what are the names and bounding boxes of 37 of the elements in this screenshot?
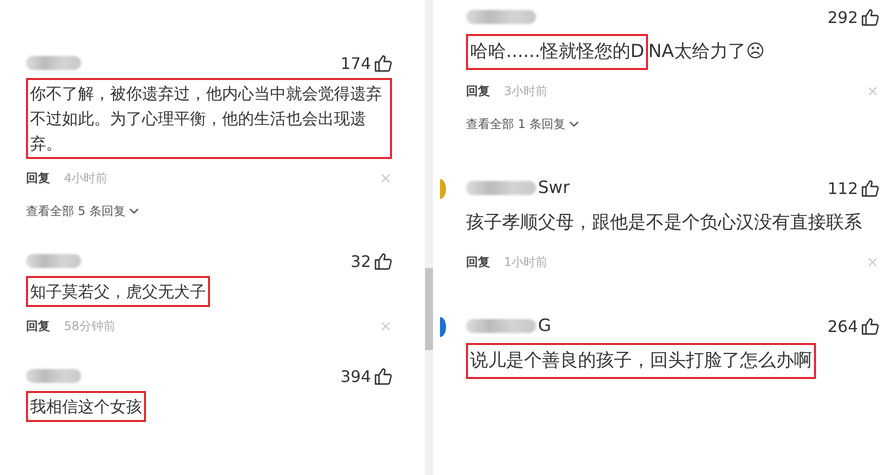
- thumbs-up-icon[interactable]: [861, 318, 879, 334]
- timestamp: 3小时前: [504, 82, 548, 100]
- thumbs-up-icon[interactable]: [861, 8, 879, 26]
- chevron-down-icon[interactable]: [129, 208, 140, 215]
- timestamp: 4小时前: [64, 170, 108, 186]
- reply-link[interactable]: 回复: [466, 254, 490, 270]
- comment-text: 孩子孝顺父母，跟他是不是个负心汉没有直接联系: [466, 211, 863, 235]
- blurred-username: [26, 254, 81, 268]
- chevron-down-icon[interactable]: [569, 121, 580, 128]
- thumbs-up-icon[interactable]: [374, 368, 392, 384]
- blurred-username: [466, 10, 536, 24]
- blurred-username: [466, 181, 536, 195]
- reply-link[interactable]: 回复: [466, 82, 490, 100]
- scrollbar-thumb[interactable]: [425, 268, 433, 350]
- like-count: 264: [827, 316, 858, 336]
- thumbs-up-icon[interactable]: [374, 54, 392, 72]
- like-count: 174: [340, 54, 371, 72]
- like-count: 394: [340, 366, 371, 386]
- comment-text: 我相信这个女孩: [26, 391, 392, 422]
- view-replies-link[interactable]: 查看全部 1 条回复: [466, 116, 879, 133]
- like-count: 292: [827, 8, 858, 26]
- like-count: 112: [827, 178, 858, 198]
- username: Swr: [538, 178, 570, 198]
- reply-link[interactable]: 回复: [26, 318, 50, 334]
- reply-link[interactable]: 回复: [26, 170, 50, 186]
- thumbs-up-icon[interactable]: [374, 252, 392, 270]
- timestamp: 1小时前: [504, 254, 548, 270]
- comment-text: 哈哈......怪就怪您的D NA太给力了☹: [466, 34, 879, 70]
- view-replies-link[interactable]: 查看全部 5 条回复: [26, 203, 392, 220]
- blurred-username: [26, 56, 81, 70]
- timestamp: 58分钟前: [64, 318, 116, 334]
- like-count: 32: [350, 252, 371, 270]
- comment-text: 你不了解，被你遗弃过，他内心当中就会觉得遗弃不过如此。为了心理平衡，他的生活也会出现遗弃。: [26, 78, 392, 159]
- username: G: [538, 316, 552, 336]
- blurred-username: [466, 319, 536, 333]
- thumbs-up-icon[interactable]: [861, 180, 879, 196]
- blurred-username: [26, 369, 81, 383]
